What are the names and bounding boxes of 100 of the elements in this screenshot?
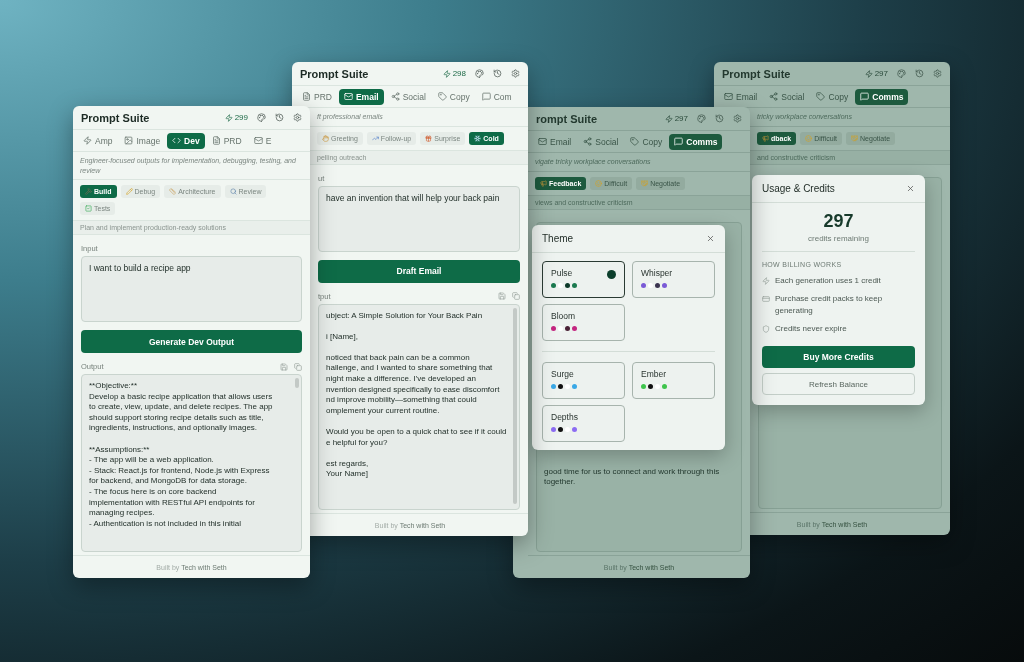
mode-tab[interactable]: Comms [669,133,723,150]
theme-option[interactable]: Ember [632,362,715,399]
envelope-icon [538,137,547,146]
mode-tab[interactable]: Copy [625,133,668,150]
mode-tab[interactable]: Copy [811,88,854,105]
snowflake-icon [474,134,482,142]
copy-icon[interactable] [512,292,520,300]
speech-bubble-icon [674,137,684,146]
output-text: i [Name], [326,331,359,343]
buy-credits-button[interactable]: Buy More Credits [762,346,915,368]
history-icon[interactable] [715,114,724,123]
palette-icon[interactable] [475,69,484,78]
mode-tab[interactable]: Dev [167,132,205,149]
ruler-icon [169,188,177,195]
share-icon [583,137,593,146]
mode-tab[interactable]: Social [578,133,624,150]
document-icon [302,92,311,101]
shield-icon [762,325,770,333]
mode-tab[interactable]: Social [385,88,431,105]
envelope-icon [724,92,733,101]
input-field[interactable]: have an invention that will help your back pain [318,185,520,252]
mode-tab[interactable]: Email [338,88,384,105]
face-icon [595,179,603,187]
hammer-icon [85,188,92,195]
hand-icon [322,134,329,142]
credit-count: 297 [822,210,855,232]
megaphone-icon [540,179,547,187]
mode-tab[interactable]: PRD [297,88,337,105]
palette-icon[interactable] [257,113,266,122]
app-title: Prompt Suite [300,67,370,80]
tag-icon [437,92,447,101]
speech-bubble-icon [481,92,491,101]
theme-option[interactable]: Depths [542,405,625,442]
tag-icon [630,137,640,146]
megaphone-icon [762,134,769,142]
settings-icon[interactable] [933,69,942,78]
theme-option[interactable]: Whisper [632,261,715,298]
bolt-icon [664,114,673,123]
refresh-button[interactable]: Refresh Balance [762,373,915,395]
mode-tab[interactable]: Com [476,88,517,105]
copy-icon[interactable] [294,362,302,371]
mode-tab[interactable]: Email [719,88,763,105]
mode-tab[interactable]: Image [119,132,166,149]
gift-icon [425,134,433,142]
checkbox-icon [85,205,92,212]
mode-tab[interactable]: Comms [855,88,909,105]
history-icon[interactable] [493,69,502,78]
output-text: ubject: A Simple Solution for Your Back Pain [326,310,484,322]
card-icon [762,295,770,303]
mode-tab[interactable]: PRD [206,132,247,149]
billing-note: Each generation uses 1 credit [775,275,881,287]
credit-counter[interactable]: 297 [664,114,688,123]
input-field[interactable]: I want to build a recipe app [81,256,302,322]
close-icon[interactable] [706,234,715,243]
theme-option[interactable]: Bloom [542,304,625,341]
mode-tab[interactable]: Social [764,88,810,105]
scrollbar[interactable] [295,378,299,388]
billing-note: Purchase credit packs to keep generating [775,293,884,317]
settings-icon[interactable] [733,114,742,123]
face-icon [805,134,813,142]
palette-icon[interactable] [697,114,706,123]
history-icon[interactable] [275,113,284,122]
palette-icon[interactable] [897,69,906,78]
generate-button[interactable]: Generate Dev Output [81,330,302,353]
bolt-icon [762,277,770,285]
mode-tab[interactable]: Amp [78,132,118,149]
dialog-title: Theme [542,233,574,244]
image-icon [124,136,134,145]
app-title: Prompt Suite [81,111,151,124]
credit-counter[interactable]: 299 [224,113,248,122]
envelope-icon [253,136,263,145]
scrollbar[interactable] [513,307,517,504]
theme-option[interactable]: Pulse [542,261,625,298]
credit-counter[interactable]: 297 [864,69,888,78]
close-icon[interactable] [906,184,915,193]
theme-option[interactable]: Surge [542,362,625,399]
settings-icon[interactable] [511,69,520,78]
bolt-icon [864,69,873,78]
save-icon[interactable] [498,292,506,300]
mode-tab[interactable]: Copy [432,88,475,105]
credit-caption: credits remaining [762,232,915,252]
output-text: est regards, Your Name] [326,458,370,480]
bolt-icon [83,136,92,145]
save-icon[interactable] [280,362,288,371]
generate-button[interactable]: Draft Email [318,259,520,283]
credit-counter[interactable]: 298 [442,69,466,78]
output-text: Would you be open to a quick chat to see if it could e helpful for you? [326,427,507,449]
handshake-icon [851,134,859,142]
output-text: **Assumptions:** - The app will be a web application. - Stack: React.js for frontend, Node.js with Express for backend, and MongoDB for data storage. - The focus here is on core backend implementation with RESTful API endpoints for managing recipes. - Authentication is not included in this initial [89,444,271,530]
settings-icon[interactable] [293,113,302,122]
share-icon [390,92,400,101]
envelope-icon [343,92,353,101]
output-text: good time for us to connect and work through this together. [544,466,721,488]
output-text: noticed that back pain can be a common hallenge, and I wanted to share something that night make a difference. I've developed an nvention designed specifically to ease discomfort nd improve mobility—something that could omplement your current routine. [326,352,501,417]
app-title: Prompt Suite [722,67,792,80]
bolt-icon [442,69,451,78]
history-icon[interactable] [915,69,924,78]
mode-tab[interactable]: E [248,132,277,149]
mode-tab[interactable]: Email [533,133,577,150]
pencil-icon [125,188,133,195]
